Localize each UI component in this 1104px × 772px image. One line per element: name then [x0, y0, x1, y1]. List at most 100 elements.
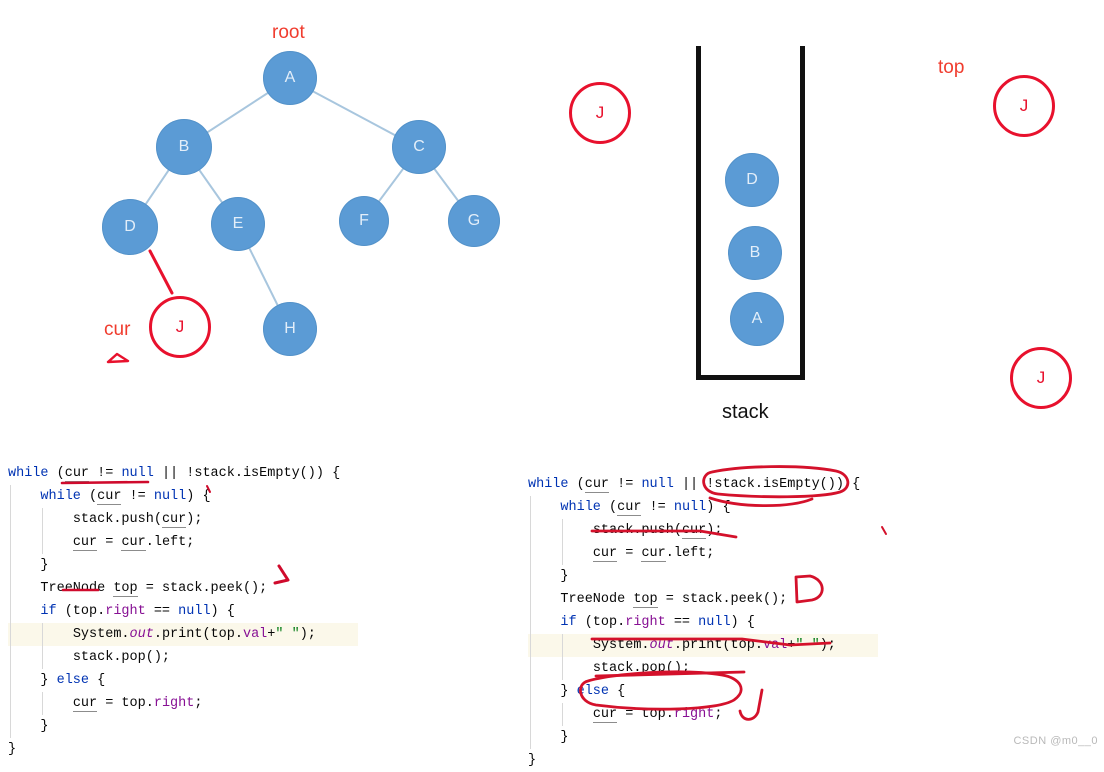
code-token: System. [592, 638, 650, 653]
code-token: stack.pop(); [592, 661, 691, 676]
code-token: ( [80, 489, 98, 504]
code-token: " " [275, 627, 300, 642]
code-line[interactable]: cur = cur.left; [8, 531, 358, 554]
code-token: ); [706, 523, 723, 538]
indent-guide [530, 680, 531, 703]
code-line[interactable]: while (cur != null || !stack.isEmpty()) … [8, 462, 358, 485]
top-pointer-label: top [938, 57, 965, 78]
code-token: while [40, 489, 81, 504]
code-line[interactable]: while (cur != null) { [528, 496, 878, 519]
cur-pointer-label: cur [104, 319, 131, 340]
code-line[interactable]: System.out.print(top.val+" "); [528, 634, 878, 657]
code-token: out [129, 627, 154, 642]
code-line[interactable]: stack.pop(); [528, 657, 878, 680]
code-token: } [40, 719, 49, 734]
code-token: == [145, 604, 179, 619]
code-token: ); [819, 638, 836, 653]
indent-guide [562, 542, 564, 565]
code-token: null [178, 604, 211, 619]
code-token: { [609, 684, 626, 699]
code-token: right [673, 707, 715, 722]
code-token: ( [600, 500, 618, 515]
code-token: != [609, 477, 642, 492]
stack-node-b: B [728, 226, 782, 280]
code-line[interactable]: } [8, 715, 358, 738]
code-token: = [617, 546, 642, 561]
code-token: .print(top. [673, 638, 763, 653]
code-line[interactable]: stack.push(cur); [8, 508, 358, 531]
tree-node-b: B [156, 119, 212, 175]
code-line[interactable]: if (top.right == null) { [8, 600, 358, 623]
code-token: { [89, 673, 106, 688]
code-token: } [560, 569, 569, 584]
code-line[interactable]: System.out.print(top.val+" "); [8, 623, 358, 646]
code-line[interactable]: while (cur != null || !stack.isEmpty()) … [528, 473, 878, 496]
code-line[interactable]: } else { [528, 680, 878, 703]
code-token: if [40, 604, 57, 619]
tree-node-d: D [102, 199, 158, 255]
code-token: val [762, 638, 788, 653]
code-token: ) { [210, 604, 235, 619]
code-block-right[interactable]: while (cur != null || !stack.isEmpty()) … [528, 473, 878, 772]
code-token: = stack.peek(); [657, 592, 788, 607]
tree-node-e: E [211, 197, 265, 251]
indent-guide [42, 623, 44, 646]
indent-guide [10, 600, 11, 623]
code-line[interactable]: TreeNode top = stack.peek(); [8, 577, 358, 600]
indent-guide [10, 531, 11, 554]
code-line[interactable]: } [8, 738, 358, 761]
indent-guide [562, 657, 564, 680]
indent-guide [562, 519, 564, 542]
code-line[interactable]: } [8, 554, 358, 577]
code-block-left[interactable]: while (cur != null || !stack.isEmpty()) … [8, 462, 358, 761]
code-token: (top. [576, 615, 626, 630]
code-line[interactable]: cur = cur.left; [528, 542, 878, 565]
code-token: } [560, 730, 569, 745]
code-line[interactable]: } [528, 565, 878, 588]
code-token: null [121, 466, 154, 481]
code-token: == [665, 615, 699, 630]
cur-pointer-circle: J [149, 296, 211, 358]
code-line[interactable]: stack.push(cur); [528, 519, 878, 542]
code-line[interactable]: cur = top.right; [528, 703, 878, 726]
code-token: } [528, 753, 537, 768]
code-line[interactable]: } [528, 749, 878, 772]
indent-guide [10, 646, 11, 669]
tree-node-c: C [392, 120, 446, 174]
code-token: null [153, 489, 187, 504]
code-token: null [673, 500, 707, 515]
code-line[interactable]: } else { [8, 669, 358, 692]
indent-guide [530, 588, 531, 611]
code-line[interactable]: } [528, 726, 878, 749]
code-token: cur [161, 512, 187, 528]
code-token: TreeNode [560, 592, 634, 607]
code-line[interactable]: if (top.right == null) { [528, 611, 878, 634]
code-line[interactable]: while (cur != null) { [8, 485, 358, 508]
indent-guide [42, 692, 44, 715]
code-token: } [40, 558, 49, 573]
code-line[interactable]: stack.pop(); [8, 646, 358, 669]
code-token: if [560, 615, 577, 630]
code-token: cur [584, 477, 610, 493]
code-token: cur [641, 546, 666, 562]
code-line[interactable]: TreeNode top = stack.peek(); [528, 588, 878, 611]
code-token: else [56, 673, 90, 688]
code-token: out [649, 638, 674, 653]
code-token: right [105, 604, 146, 619]
code-token: .left; [145, 535, 195, 550]
code-line[interactable]: cur = top.right; [8, 692, 358, 715]
code-token: top [113, 581, 138, 597]
code-token: ) { [730, 615, 755, 630]
stack-node-a: A [730, 292, 784, 346]
code-token: while [560, 500, 601, 515]
tree-node-f: F [339, 196, 389, 246]
code-token: System. [72, 627, 130, 642]
